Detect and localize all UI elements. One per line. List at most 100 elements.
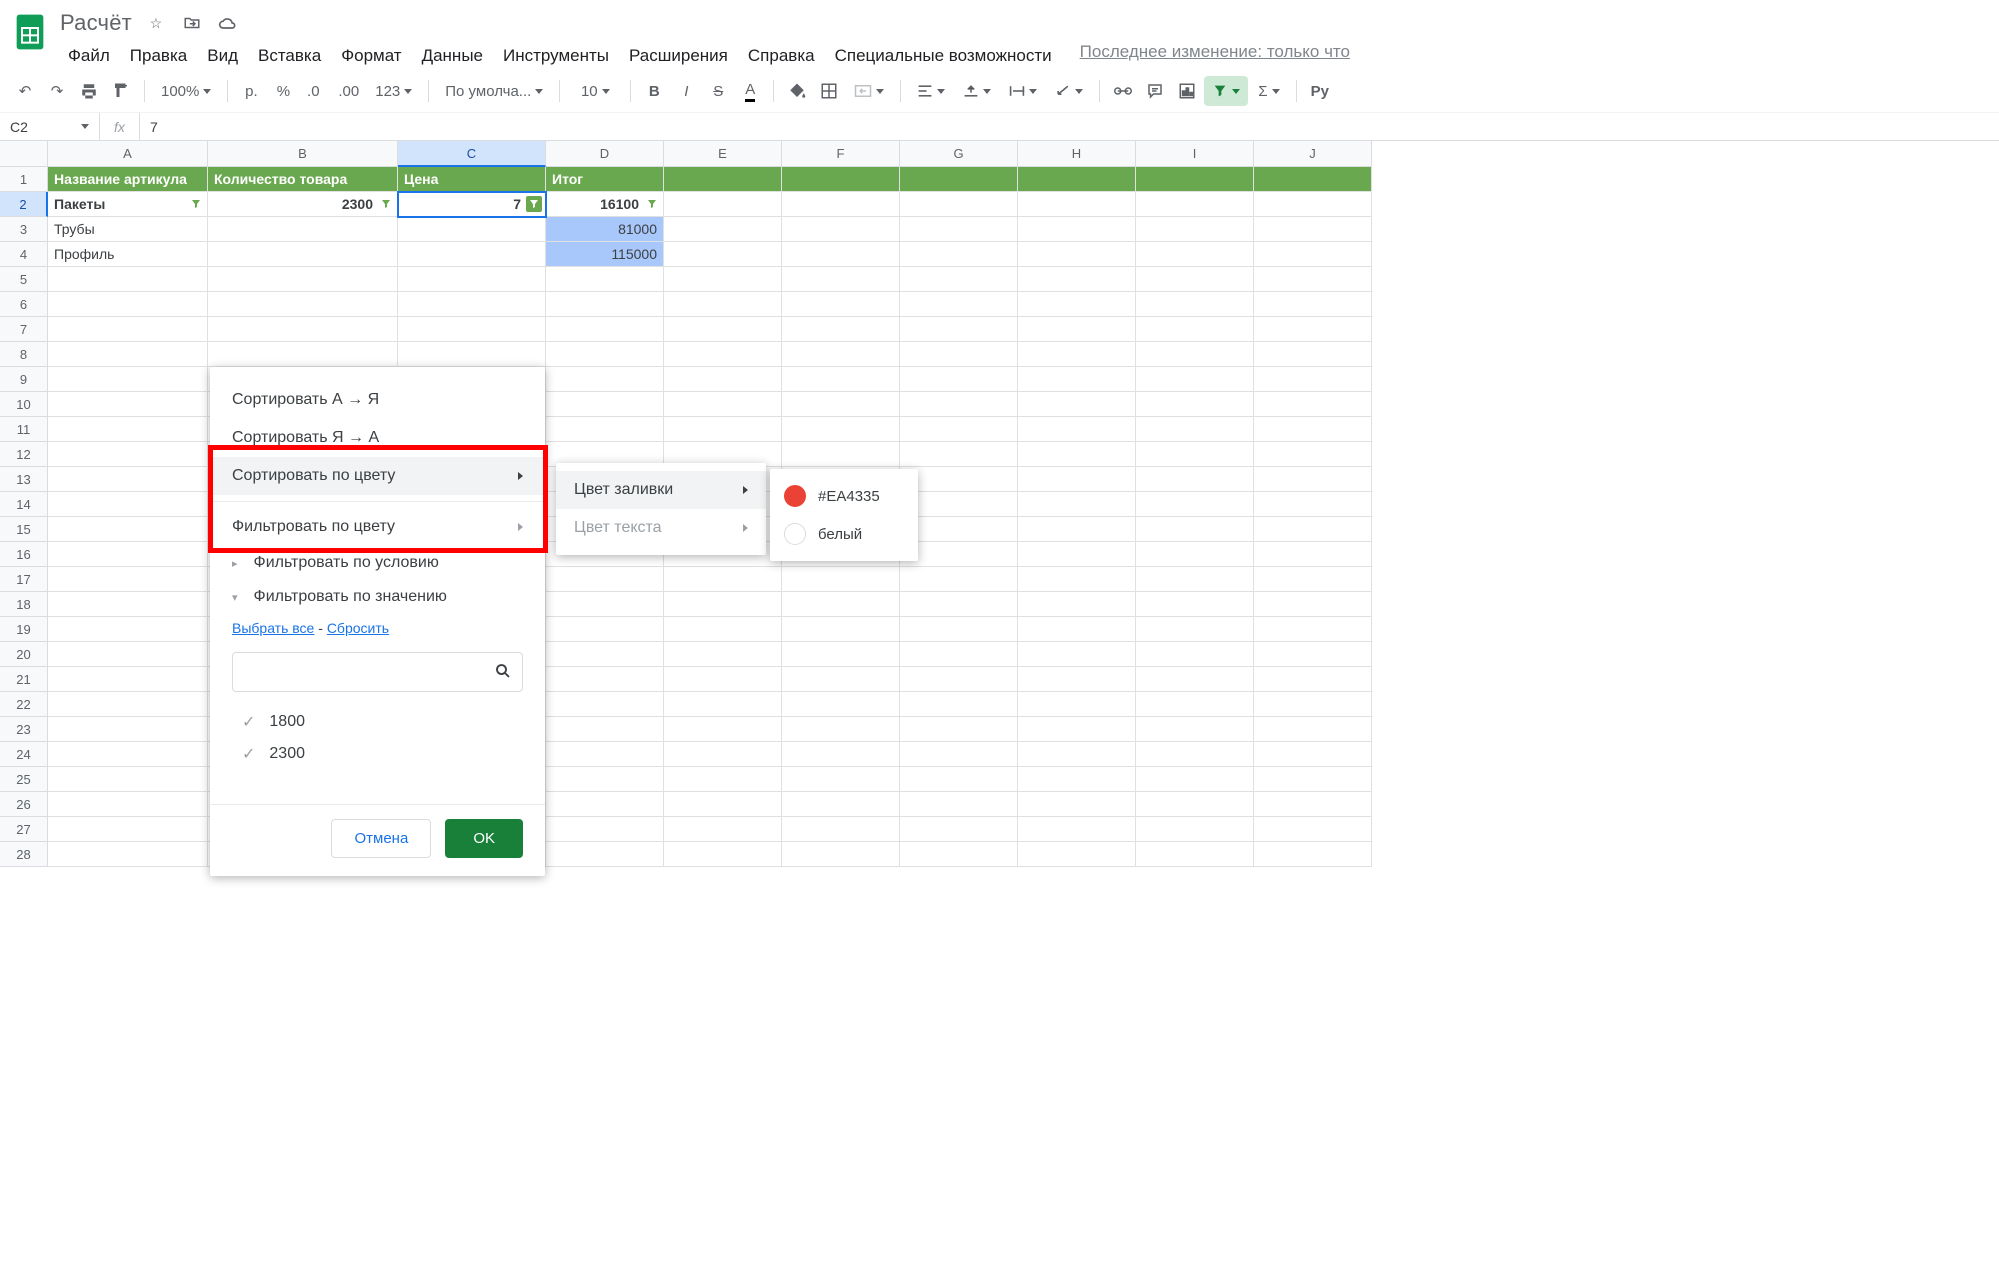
row-header-7[interactable]: 7 — [0, 317, 48, 342]
cell[interactable] — [1136, 492, 1254, 517]
cell[interactable] — [1136, 342, 1254, 367]
cell[interactable] — [1018, 517, 1136, 542]
row-header-26[interactable]: 26 — [0, 792, 48, 817]
cell[interactable] — [546, 342, 664, 367]
font-size-dropdown[interactable]: 10 — [568, 76, 622, 106]
currency-button[interactable]: р. — [236, 76, 266, 106]
merge-button[interactable] — [846, 76, 892, 106]
col-header-f[interactable]: F — [782, 141, 900, 167]
cell[interactable] — [782, 567, 900, 592]
col-header-h[interactable]: H — [1018, 141, 1136, 167]
cell[interactable] — [1136, 517, 1254, 542]
cell[interactable] — [782, 417, 900, 442]
cell[interactable] — [1136, 767, 1254, 792]
row-header-14[interactable]: 14 — [0, 492, 48, 517]
cell[interactable]: 16100 — [546, 192, 664, 217]
cell[interactable] — [900, 567, 1018, 592]
filter-by-value[interactable]: ▾Фильтровать по значению — [210, 580, 545, 614]
cell[interactable] — [664, 567, 782, 592]
cell[interactable] — [782, 267, 900, 292]
paint-format-button[interactable] — [106, 76, 136, 106]
cell[interactable] — [1018, 342, 1136, 367]
menu-extensions[interactable]: Расширения — [621, 42, 736, 70]
cell[interactable] — [782, 292, 900, 317]
cell[interactable] — [664, 217, 782, 242]
cell[interactable] — [1018, 592, 1136, 617]
cell[interactable] — [782, 217, 900, 242]
cell[interactable] — [1254, 517, 1372, 542]
cell[interactable] — [782, 242, 900, 267]
sheets-logo[interactable] — [12, 8, 48, 56]
cell[interactable] — [900, 592, 1018, 617]
cell[interactable] — [1254, 417, 1372, 442]
row-header-2[interactable]: 2 — [0, 192, 48, 217]
col-header-g[interactable]: G — [900, 141, 1018, 167]
cell[interactable] — [1018, 642, 1136, 667]
rotate-button[interactable] — [1047, 76, 1091, 106]
cell[interactable] — [1254, 242, 1372, 267]
cell[interactable] — [48, 642, 208, 667]
cell[interactable] — [1254, 392, 1372, 417]
cell[interactable]: 115000 — [546, 242, 664, 267]
row-header-18[interactable]: 18 — [0, 592, 48, 617]
cell[interactable] — [1254, 767, 1372, 792]
cell[interactable] — [900, 617, 1018, 642]
cell[interactable] — [782, 442, 900, 467]
cell[interactable] — [1254, 267, 1372, 292]
row-header-16[interactable]: 16 — [0, 542, 48, 567]
cell[interactable] — [48, 517, 208, 542]
cell[interactable] — [546, 817, 664, 842]
cell[interactable] — [664, 842, 782, 867]
filter-by-color[interactable]: Фильтровать по цвету — [210, 508, 545, 546]
cell[interactable] — [1018, 717, 1136, 742]
cell[interactable] — [1018, 392, 1136, 417]
cell[interactable] — [664, 617, 782, 642]
cell[interactable] — [546, 392, 664, 417]
cell[interactable] — [1254, 367, 1372, 392]
filter-icon[interactable] — [526, 196, 542, 212]
cell[interactable] — [48, 317, 208, 342]
cell[interactable] — [1136, 417, 1254, 442]
redo-button[interactable]: ↷ — [42, 76, 72, 106]
menu-accessibility[interactable]: Специальные возможности — [827, 42, 1060, 70]
cell[interactable] — [1018, 542, 1136, 567]
cell[interactable] — [1254, 342, 1372, 367]
cell[interactable] — [398, 217, 546, 242]
col-header-a[interactable]: A — [48, 141, 208, 167]
cell[interactable] — [48, 417, 208, 442]
valign-button[interactable] — [955, 76, 999, 106]
cell[interactable] — [664, 692, 782, 717]
cell[interactable] — [782, 342, 900, 367]
cell[interactable] — [1136, 267, 1254, 292]
cell[interactable] — [48, 767, 208, 792]
filter-value-item[interactable]: ✓2300 — [232, 738, 523, 770]
sort-by-color[interactable]: Сортировать по цвету — [210, 457, 545, 495]
cell[interactable] — [900, 342, 1018, 367]
name-box[interactable]: C2 — [0, 113, 100, 140]
cell[interactable]: 81000 — [546, 217, 664, 242]
cloud-status-icon[interactable] — [216, 11, 240, 35]
row-header-9[interactable]: 9 — [0, 367, 48, 392]
cell[interactable] — [1254, 192, 1372, 217]
cell[interactable] — [48, 742, 208, 767]
comment-button[interactable] — [1140, 76, 1170, 106]
text-color-button[interactable]: A — [735, 76, 765, 106]
link-button[interactable] — [1108, 76, 1138, 106]
sort-za[interactable]: Сортировать Я → А — [210, 419, 545, 457]
row-header-10[interactable]: 10 — [0, 392, 48, 417]
cell[interactable] — [48, 667, 208, 692]
cell[interactable] — [900, 742, 1018, 767]
italic-button[interactable]: I — [671, 76, 701, 106]
cell[interactable] — [900, 217, 1018, 242]
cell[interactable] — [1018, 242, 1136, 267]
row-header-11[interactable]: 11 — [0, 417, 48, 442]
menu-edit[interactable]: Правка — [122, 42, 195, 70]
cell[interactable] — [900, 242, 1018, 267]
filter-icon[interactable] — [378, 196, 394, 212]
cell[interactable] — [1136, 692, 1254, 717]
cell[interactable]: Количество товара — [208, 167, 398, 192]
row-header-13[interactable]: 13 — [0, 467, 48, 492]
cell[interactable] — [782, 167, 900, 192]
cell[interactable] — [1018, 792, 1136, 817]
cell[interactable] — [1018, 467, 1136, 492]
